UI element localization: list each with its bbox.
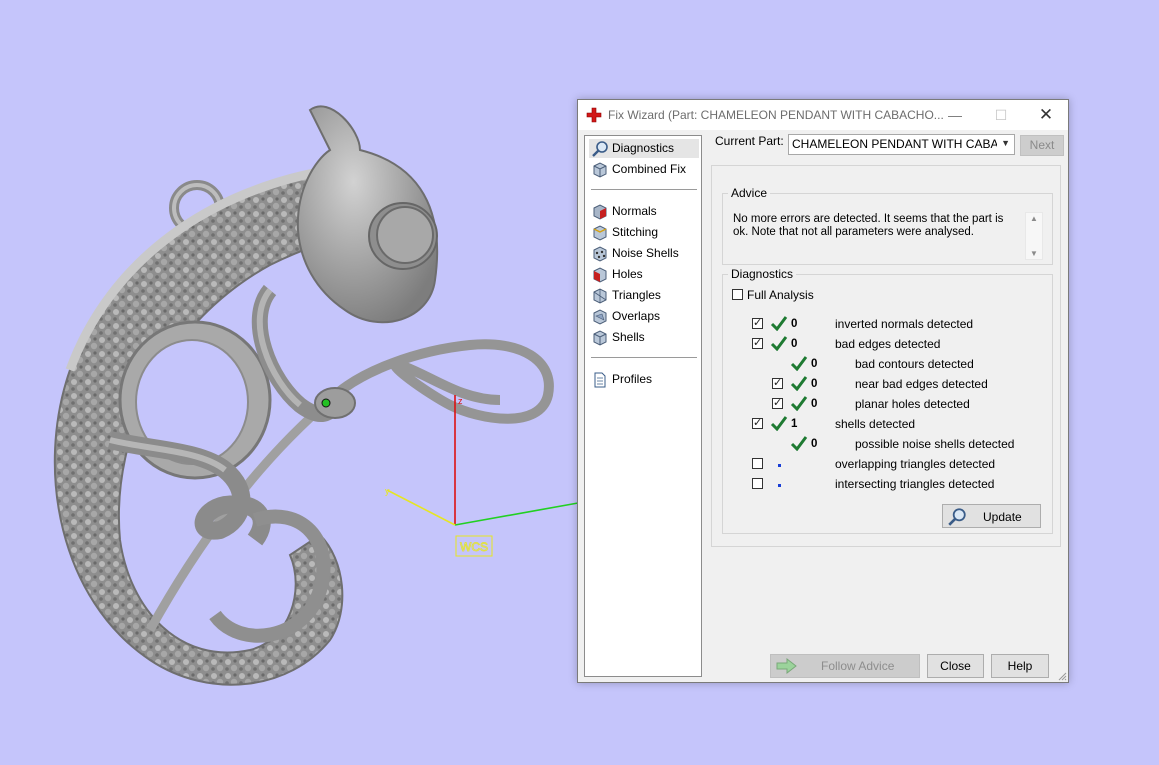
nav-item-holes[interactable]: Holes [589,265,699,284]
document-icon [594,372,606,388]
checkmark-icon [790,376,808,391]
noise-shells-icon [593,246,607,262]
planar-holes-label: planar holes detected [855,397,970,411]
nav-item-normals[interactable]: Normals [589,202,699,221]
nav-divider [591,189,697,190]
chevron-down-icon: ▼ [1001,138,1010,148]
checkmark-icon [770,336,788,351]
nav-item-diagnostics[interactable]: Diagnostics [589,139,699,158]
update-button[interactable]: Update [942,504,1041,528]
checkmark-icon [790,436,808,451]
advice-legend: Advice [731,186,768,200]
intersecting-triangles-checkbox[interactable] [752,478,763,489]
nav-label: Diagnostics [612,141,675,155]
checkmark-icon [790,396,808,411]
near-bad-edges-label: near bad edges detected [855,377,988,391]
nav-item-noise-shells[interactable]: Noise Shells [589,244,699,263]
bad-edges-count: 0 [791,338,798,350]
maximize-button[interactable]: ☐ [978,100,1024,130]
arrow-right-icon [776,658,797,674]
nav-label: Stitching [612,225,659,239]
nav-label: Profiles [612,372,653,386]
scroll-down-icon[interactable]: ▼ [1030,249,1038,258]
chameleon-pendant-model [53,105,554,686]
nav-label: Holes [612,267,643,281]
follow-advice-button[interactable]: Follow Advice [770,654,920,678]
z-axis-label: z [458,396,463,406]
overlapping-triangles-label: overlapping triangles detected [835,457,996,471]
nav-label: Shells [612,330,645,344]
current-part-value: CHAMELEON PENDANT WITH CABACHO [792,137,997,151]
minimize-button[interactable]: — [932,100,978,130]
magnifier-icon [592,141,608,157]
checkmark-icon [770,416,788,431]
nav-label: Normals [612,204,657,218]
nav-item-overlaps[interactable]: Overlaps [589,307,699,326]
title-bar[interactable]: Fix Wizard (Part: CHAMELEON PENDANT WITH… [578,100,1068,130]
intersecting-triangles-label: intersecting triangles detected [835,477,995,491]
follow-advice-label: Follow Advice [821,659,895,673]
diagnostics-legend: Diagnostics [731,267,794,281]
checkmark-icon [770,316,788,331]
nav-item-triangles[interactable]: Triangles [589,286,699,305]
full-analysis-label: Full Analysis [747,288,814,302]
planar-holes-count: 0 [811,398,818,410]
checkmark-icon [790,356,808,371]
advice-scrollbar[interactable]: ▲ ▼ [1025,212,1043,260]
nav-item-stitching[interactable]: Stitching [589,223,699,242]
full-analysis-checkbox[interactable] [732,289,743,300]
dialog-title: Fix Wizard (Part: CHAMELEON PENDANT WITH… [608,108,944,122]
normals-cube-icon [593,204,607,220]
advice-text: No more errors are detected. It seems th… [733,213,1004,238]
shells-cube-icon [593,330,607,346]
shells-checkbox[interactable] [752,416,763,429]
y-axis-label: y [385,486,390,496]
advice-group: Advice No more errors are detected. It s… [722,186,1053,265]
current-part-dropdown[interactable]: CHAMELEON PENDANT WITH CABACHO ▼ [788,134,1015,155]
overlaps-cube-icon [593,309,607,325]
overlapping-triangles-checkbox[interactable] [752,458,763,469]
bad-contours-label: bad contours detected [855,357,974,371]
holes-cube-icon [593,267,607,283]
resize-grip-icon[interactable] [1057,671,1067,681]
bad-edges-label: bad edges detected [835,337,941,351]
nav-divider [591,357,697,358]
planar-holes-checkbox[interactable] [772,396,783,409]
inverted-normals-checkbox[interactable] [752,316,763,329]
shells-label: shells detected [835,417,916,431]
noise-shells-label: possible noise shells detected [855,437,1015,451]
near-bad-edges-checkbox[interactable] [772,376,783,389]
nav-item-profiles[interactable]: Profiles [589,370,699,389]
pending-dot-icon [778,464,781,467]
help-button[interactable]: Help [991,654,1049,678]
red-cross-icon [586,107,602,123]
magnifier-icon [948,508,966,526]
noise-shells-count: 0 [811,438,818,450]
bad-edges-checkbox[interactable] [752,336,763,349]
nav-label: Noise Shells [612,246,679,260]
nav-item-combined-fix[interactable]: Combined Fix [589,160,699,179]
nav-label: Triangles [612,288,661,302]
cube-icon [593,162,607,178]
close-button[interactable]: Close [927,654,984,678]
update-label: Update [983,510,1022,524]
close-window-button[interactable]: ✕ [1023,100,1069,130]
shells-count: 1 [791,418,798,430]
current-part-label: Current Part: [715,134,784,148]
bad-contours-count: 0 [811,358,818,370]
fix-wizard-nav: Diagnostics Combined Fix Normals Stitchi… [584,135,702,677]
near-bad-edges-count: 0 [811,378,818,390]
inverted-normals-count: 0 [791,318,798,330]
next-button[interactable]: Next [1020,135,1064,156]
stitching-cube-icon [593,225,607,241]
pending-dot-icon [778,484,781,487]
inverted-normals-label: inverted normals detected [835,317,974,331]
fix-wizard-dialog: Fix Wizard (Part: CHAMELEON PENDANT WITH… [577,99,1069,683]
scroll-up-icon[interactable]: ▲ [1030,214,1038,223]
nav-item-shells[interactable]: Shells [589,328,699,347]
wcs-label: WCS [460,540,488,554]
triangles-cube-icon [593,288,607,304]
nav-label: Overlaps [612,309,661,323]
nav-label: Combined Fix [612,162,687,176]
